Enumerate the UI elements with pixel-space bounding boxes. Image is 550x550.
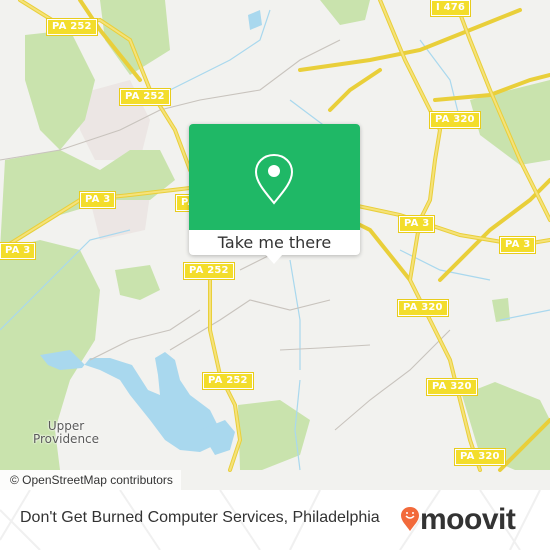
place-label-upper-providence: Upper Providence [32, 419, 100, 446]
park-area [100, 0, 170, 75]
moovit-wordmark: moovit [420, 503, 516, 536]
location-title: Don't Get Burned Computer Services, Phil… [20, 509, 380, 526]
park-area [470, 80, 550, 165]
road-connector [298, 8, 522, 72]
stream [289, 259, 301, 370]
road-shield: PA 3 [498, 236, 537, 254]
road-shield: PA 252 [183, 262, 235, 280]
moovit-pin-icon [400, 506, 420, 536]
road-shield: PA 252 [202, 372, 254, 390]
road-shield: PA 252 [46, 18, 98, 36]
park-area [115, 265, 160, 300]
stream [419, 39, 461, 121]
road-shield: PA 320 [454, 448, 506, 466]
road-shield: PA 3 [78, 191, 117, 209]
minor-road [279, 344, 371, 351]
map-attribution[interactable]: © OpenStreetMap contributors [0, 470, 181, 490]
road-shield: PA 320 [426, 378, 478, 396]
road-connector [328, 68, 382, 112]
road-shield: PA 3 [397, 215, 436, 233]
park-area [320, 0, 370, 25]
location-popup: Take me there [189, 124, 360, 264]
footer-bar: Don't Get Burned Computer Services, Phil… [0, 490, 550, 550]
road-shield: PA 252 [119, 88, 171, 106]
road-shield: PA 320 [397, 299, 449, 317]
road-shield: PA 3 [0, 242, 37, 260]
road-shield: I 476 [429, 0, 472, 17]
pond [248, 10, 262, 30]
map-view[interactable]: PA 252 PA 252 I 476 PA 320 PA 3 PA 3 PA … [0, 0, 550, 490]
road-shield: PA 320 [429, 111, 481, 129]
popup-header [189, 124, 360, 230]
take-me-there-button[interactable]: Take me there [189, 230, 360, 255]
minor-road [169, 299, 331, 351]
road-connector [438, 178, 550, 282]
minor-road [89, 309, 201, 361]
popup-pointer [265, 254, 283, 264]
